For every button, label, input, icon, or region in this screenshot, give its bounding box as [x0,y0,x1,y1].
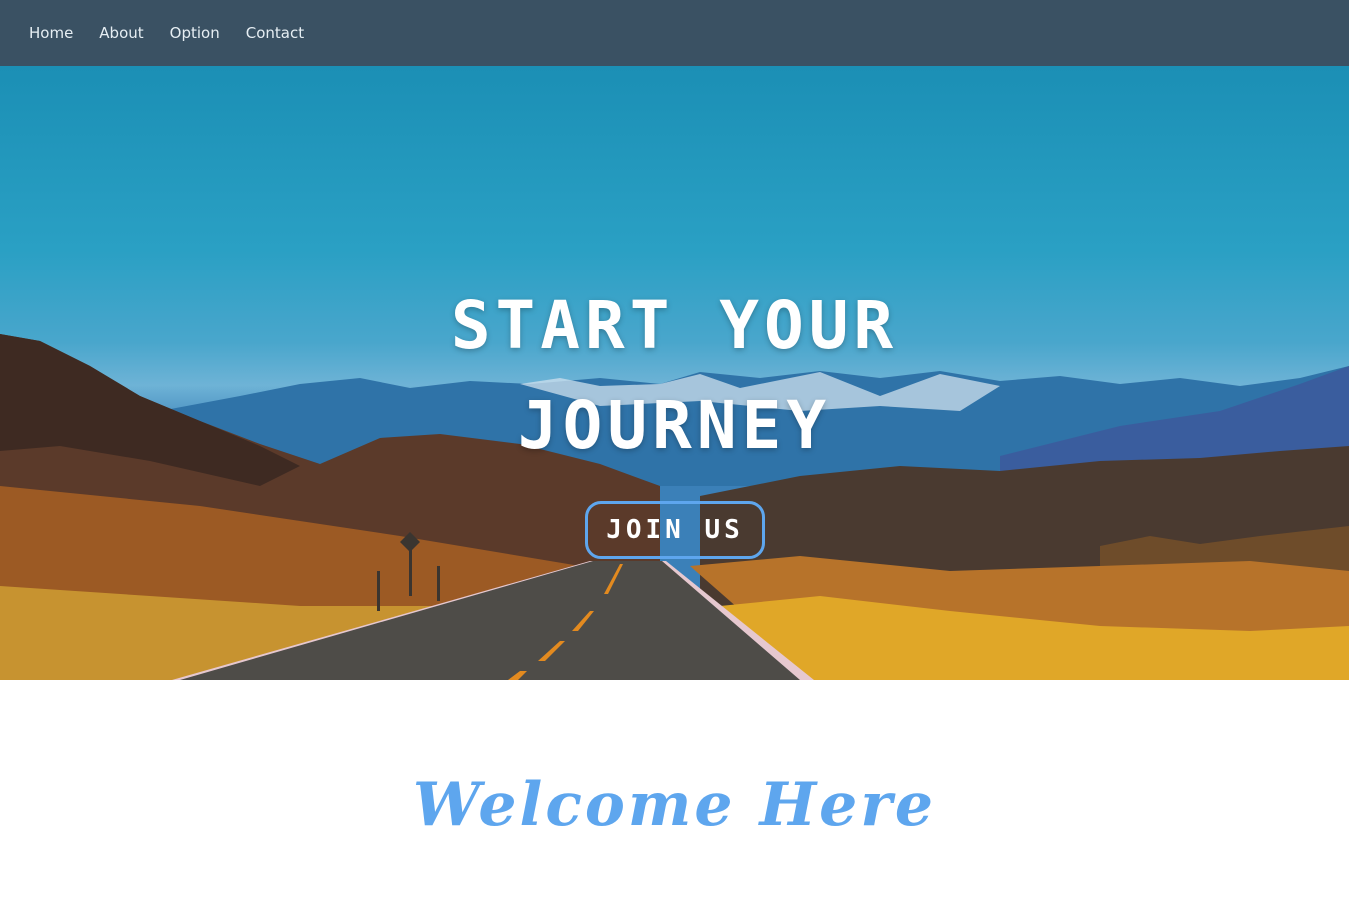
hero-title: START YOUR JOURNEY [0,276,1349,476]
hero-banner: START YOUR JOURNEY JOIN US [0,66,1349,680]
nav-link-option[interactable]: Option [170,24,220,42]
nav-link-contact[interactable]: Contact [246,24,304,42]
welcome-heading: Welcome Here [412,770,937,840]
top-navbar: Home About Option Contact [0,0,1349,66]
hero-title-line-1: START YOUR [450,287,899,364]
join-us-button[interactable]: JOIN US [585,501,765,559]
nav-link-home[interactable]: Home [29,24,73,42]
hero-title-line-2: JOURNEY [517,387,832,464]
nav-link-about[interactable]: About [99,24,143,42]
